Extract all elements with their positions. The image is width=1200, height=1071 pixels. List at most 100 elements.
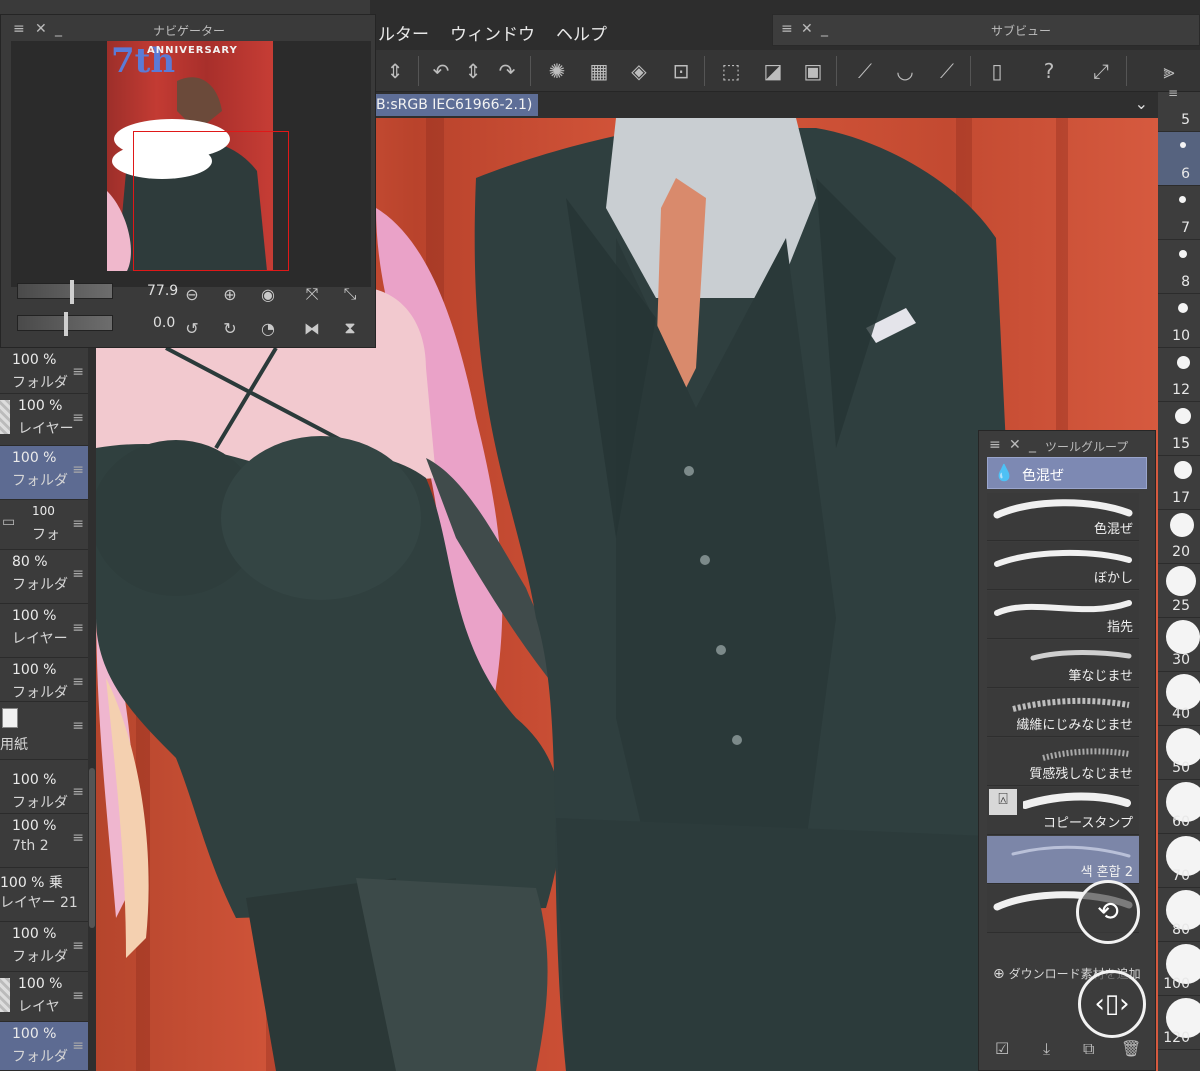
layer-row[interactable]: ▭ 100 フォ ≡	[0, 500, 88, 550]
drag-handle-icon[interactable]: ≡	[72, 674, 84, 690]
size-cell[interactable]: 80	[1158, 888, 1200, 942]
panel-menu-icon[interactable]: ≡	[1168, 86, 1178, 100]
size-cell[interactable]: 12	[1158, 348, 1200, 402]
layer-scrollbar-thumb[interactable]	[89, 768, 95, 928]
rotate-right-icon[interactable]: ↻	[219, 317, 241, 339]
zoom-in-icon[interactable]: ⊕	[219, 283, 241, 305]
drag-handle-icon[interactable]: ≡	[72, 462, 84, 478]
rotate-left-icon[interactable]: ↺	[181, 317, 203, 339]
size-cell[interactable]: 30	[1158, 618, 1200, 672]
minimize-icon[interactable]: _	[821, 21, 828, 37]
drag-handle-icon[interactable]: ≡	[72, 620, 84, 636]
download-icon[interactable]: ⤓	[1043, 1039, 1050, 1059]
brush-item[interactable]: 質感残しなじませ	[987, 738, 1139, 786]
size-cell[interactable]: 40	[1158, 672, 1200, 726]
fit-to-window-icon[interactable]: ⤧	[301, 283, 323, 305]
reset-rotation-icon[interactable]: ◔	[257, 317, 279, 339]
brush-item[interactable]: ⍓ コピースタンプ	[987, 787, 1139, 835]
redo-icon[interactable]: ↷	[492, 56, 522, 86]
tool-group-selector[interactable]: 💧 色混ぜ	[987, 457, 1147, 489]
menu-filter[interactable]: ルター	[378, 20, 429, 45]
size-cell[interactable]: 15	[1158, 402, 1200, 456]
history-arrows-icon[interactable]: ⇕	[458, 56, 488, 86]
minimize-icon[interactable]: _	[55, 21, 62, 37]
brush-item[interactable]: 色混ぜ	[987, 493, 1139, 541]
layer-row[interactable]: 100 % フォルダ ≡	[0, 658, 88, 702]
rotation-slider-knob[interactable]	[64, 312, 68, 336]
layer-scrollbar[interactable]	[88, 348, 96, 1071]
close-icon[interactable]: ✕	[801, 21, 813, 37]
ruler-icon[interactable]: ⟋	[850, 56, 880, 86]
side-panel-toggle-button[interactable]: ‹▯›	[1078, 970, 1146, 1038]
zoom-slider-knob[interactable]	[70, 280, 74, 304]
brush-item[interactable]: 繊維にじみなじませ	[987, 689, 1139, 737]
clear-outside-icon[interactable]: ◪	[758, 56, 788, 86]
zoom-out-icon[interactable]: ⊖	[181, 283, 203, 305]
device-icon[interactable]: ▯	[982, 56, 1012, 86]
drag-handle-icon[interactable]: ≡	[72, 938, 84, 954]
bowl-icon[interactable]: ◡	[890, 56, 920, 86]
edge-keyboard-toggle-button[interactable]: ⟲	[1076, 880, 1140, 944]
fullscreen-icon[interactable]: ⤢	[1086, 56, 1116, 86]
layer-row[interactable]: 100 % フォルダ ≡	[0, 922, 88, 972]
size-cell[interactable]: 20	[1158, 510, 1200, 564]
drag-handle-icon[interactable]: ≡	[72, 1038, 84, 1054]
size-cell[interactable]: 25	[1158, 564, 1200, 618]
layer-row[interactable]: 80 % フォルダ ≡	[0, 550, 88, 604]
undo-icon[interactable]: ↶	[426, 56, 456, 86]
fit-canvas-icon[interactable]: ⤡	[339, 283, 361, 305]
menu-window[interactable]: ウィンドウ	[450, 20, 535, 45]
drag-handle-icon[interactable]: ≡	[72, 718, 84, 734]
layer-row[interactable]: 100 % 乗 レイヤー 21	[0, 868, 88, 922]
check-copy-icon[interactable]: ☑	[995, 1039, 1009, 1058]
layer-row[interactable]: 100 % レイヤ ≡	[0, 972, 88, 1022]
select-all-icon[interactable]: ✺	[542, 56, 572, 86]
deselect-icon[interactable]: ▦	[584, 56, 614, 86]
fill-icon[interactable]: ◈	[624, 56, 654, 86]
panel-menu-icon[interactable]: ≡	[13, 21, 25, 37]
menu-help[interactable]: ヘルプ	[556, 20, 607, 45]
drag-handle-icon[interactable]: ≡	[72, 566, 84, 582]
layer-row-selected[interactable]: 100 % フォルダ ≡	[0, 446, 88, 500]
scroll-arrows-icon[interactable]: ⇕	[380, 56, 410, 86]
brush-item[interactable]: 筆なじませ	[987, 640, 1139, 688]
chevron-down-icon[interactable]: ⌄	[1135, 94, 1148, 113]
drag-handle-icon[interactable]: ≡	[72, 988, 84, 1004]
size-cell[interactable]: 100	[1158, 942, 1200, 996]
drag-handle-icon[interactable]: ≡	[72, 516, 84, 532]
crop-icon[interactable]: ▣	[798, 56, 828, 86]
layer-row[interactable]: 100 % フォルダ ≡	[0, 348, 88, 394]
panel-menu-icon[interactable]: ≡	[989, 437, 1001, 453]
close-icon[interactable]: ✕	[1009, 437, 1021, 453]
panel-menu-icon[interactable]: ≡	[781, 21, 793, 37]
layer-row-selected[interactable]: 100 % フォルダ ≡	[0, 1022, 88, 1071]
layer-row-paper[interactable]: 用紙 ≡	[0, 702, 88, 760]
layer-row[interactable]: 100 % レイヤー ≡	[0, 394, 88, 446]
size-cell-selected[interactable]: 6	[1158, 132, 1200, 186]
size-cell[interactable]: 8	[1158, 240, 1200, 294]
layer-row[interactable]: 100 % フォルダ ≡	[0, 768, 88, 814]
panel-collapse-icon[interactable]: ⫸	[1154, 56, 1184, 86]
help-icon[interactable]: ?	[1034, 56, 1064, 86]
brush-item-selected[interactable]: 색 혼합 2	[987, 836, 1139, 884]
size-cell[interactable]: 60	[1158, 780, 1200, 834]
size-cell[interactable]: 50	[1158, 726, 1200, 780]
flip-horizontal-icon[interactable]: ⧓	[301, 317, 323, 339]
transform-icon[interactable]: ⊡	[666, 56, 696, 86]
close-icon[interactable]: ✕	[35, 21, 47, 37]
clear-icon[interactable]: ⬚	[716, 56, 746, 86]
brush-item[interactable]: 指先	[987, 591, 1139, 639]
size-cell[interactable]: 120	[1158, 996, 1200, 1050]
drag-handle-icon[interactable]: ≡	[72, 410, 84, 426]
size-cell[interactable]: 7	[1158, 186, 1200, 240]
minimize-icon[interactable]: _	[1029, 437, 1036, 453]
brush-item[interactable]: ぼかし	[987, 542, 1139, 590]
size-cell[interactable]: 5	[1158, 102, 1200, 132]
size-cell[interactable]: 17	[1158, 456, 1200, 510]
rotation-slider[interactable]	[17, 312, 113, 336]
trash-icon[interactable]: 🗑	[1121, 1039, 1141, 1058]
zoom-slider[interactable]	[17, 280, 113, 304]
layer-row[interactable]: 100 % レイヤー ≡	[0, 604, 88, 658]
drag-handle-icon[interactable]: ≡	[72, 364, 84, 380]
navigator-preview[interactable]: 7th ANNIVERSARY	[11, 41, 371, 287]
